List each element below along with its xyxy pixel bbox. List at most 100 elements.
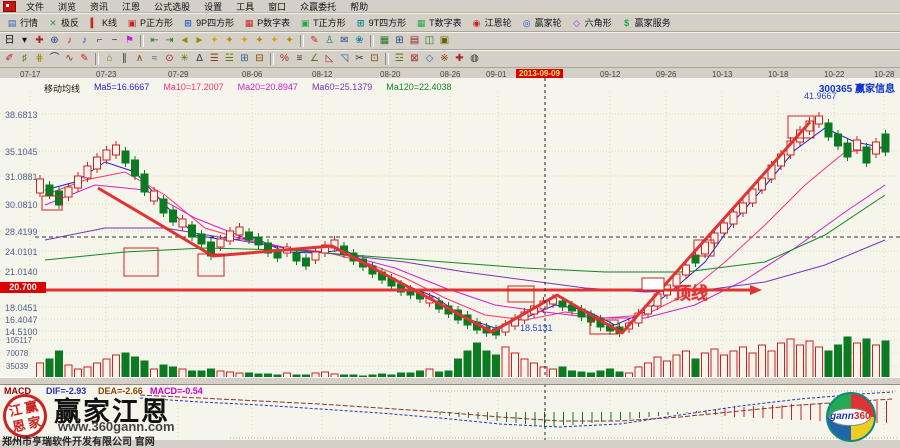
toolbar-button[interactable]: ▦T数字表 [411,15,466,30]
9p-square-icon: ⊞ [182,17,194,29]
hatch-tool-icon[interactable]: ⋕ [32,52,47,66]
ref-mark-icon[interactable]: ※ [437,52,452,66]
toolbar-button-label: P数字表 [257,16,290,29]
calendar-icon[interactable]: ▦ [377,34,392,48]
price-axis-label: 18.0451 [5,303,38,313]
toolbar-button[interactable]: ⊞9T四方形 [351,15,411,30]
triangle-tool-icon[interactable]: ∆ [192,52,207,66]
wave-tool-icon[interactable]: ∿ [62,52,77,66]
save-icon[interactable]: ▤ [407,34,422,48]
volume-axis-label: 35039 [6,362,28,371]
delete-box-icon[interactable]: ⊠ [407,52,422,66]
marker-icon[interactable]: ♙ [322,34,337,48]
nav-diamond-3-icon[interactable]: ✦ [237,34,252,48]
parallel-lines-icon[interactable]: ∥ [117,52,132,66]
fan-up-icon[interactable]: ◹ [337,52,352,66]
nav-diamond-1-icon[interactable]: ✦ [207,34,222,48]
menu-item[interactable]: 众赢委托 [293,0,343,13]
tools-toolbar: 日▾✚⊕♪♪⌐−⚑⇤⇥◄►✦✦✦✦✦✦✎♙✉❀▦⊞▤◫▣ [0,32,900,50]
grid-tool-icon[interactable]: ♯ [17,52,32,66]
diamond-tool-icon[interactable]: ◇ [422,52,437,66]
box-dot-icon[interactable]: ⊡ [367,52,382,66]
toolbar-button[interactable]: ◎赢家轮 [517,15,566,30]
peak-price-label: 41.9667 [804,91,837,101]
plus-tool-icon[interactable]: ✚ [452,52,467,66]
toolbar-button[interactable]: ⊞9P四方形 [178,15,238,30]
prev-bar-icon[interactable]: ◄ [177,34,192,48]
toolbar-button[interactable]: ▦P数字表 [239,15,294,30]
flag-icon[interactable]: ⚑ [122,34,137,48]
trigram-tool-icon[interactable]: ☱ [222,52,237,66]
last-bar-icon[interactable]: ⇥ [162,34,177,48]
fan-down-icon[interactable]: ◺ [322,52,337,66]
circle-tool-icon[interactable]: ⊙ [162,52,177,66]
star-tool-icon[interactable]: ✳ [177,52,192,66]
ma-value-label: Ma10=17.2007 [163,82,223,95]
angle-tool-icon[interactable]: ∠ [307,52,322,66]
nav-diamond-4-icon[interactable]: ✦ [252,34,267,48]
stamp-icon[interactable]: ❀ [352,34,367,48]
arc-tool-icon[interactable]: ⌒ [47,52,62,66]
trigram2-tool-icon[interactable]: ☲ [392,52,407,66]
crosshair-icon[interactable]: ✚ [32,34,47,48]
menu-item[interactable]: 帮助 [343,0,375,13]
house-tool-icon[interactable]: ⌂ [102,52,117,66]
ma-header: 移动均线 Ma5=16.6667Ma10=17.2007Ma20=20.8947… [44,82,452,95]
calculator-icon[interactable]: ⊞ [392,34,407,48]
nav-diamond-5-icon[interactable]: ✦ [267,34,282,48]
snapshot-icon[interactable]: ▣ [437,34,452,48]
period-dropdown-icon[interactable]: ▾ [17,34,32,48]
percent-tool-icon[interactable]: % [277,52,292,66]
message-icon[interactable]: ✉ [337,34,352,48]
period-day-icon[interactable]: 日 [2,34,17,48]
menu-item[interactable]: 资讯 [83,0,115,13]
nav-diamond-2-icon[interactable]: ✦ [222,34,237,48]
menu-item[interactable]: 窗口 [261,0,293,13]
zoom-icon[interactable]: ⊕ [47,34,62,48]
pencil-icon[interactable]: ✐ [2,52,17,66]
chart-area[interactable]: 移动均线 Ma5=16.6667Ma10=17.2007Ma20=20.8947… [0,78,900,440]
winner-wheel-icon: ◎ [521,17,533,29]
square-grid-icon[interactable]: ⊞ [237,52,252,66]
toolbar-button[interactable]: ◉江恩轮 [467,15,516,30]
low-price-label: 18.5131 [520,323,553,333]
toolbar-button[interactable]: ▣P正方形 [122,15,177,30]
price-axis-label: 31.0881 [5,172,38,182]
box-minus-icon[interactable]: ⊟ [252,52,267,66]
quote-icon: ▤ [6,17,18,29]
toolbar-button[interactable]: ▣T正方形 [295,15,350,30]
gann-lines-icon[interactable]: ≡ [292,52,307,66]
shade-circle-icon[interactable]: ◍ [467,52,482,66]
pen-tool-icon[interactable]: ✎ [77,52,92,66]
toolbar-button[interactable]: ✕极反 [43,15,83,30]
export-icon[interactable]: ◫ [422,34,437,48]
first-bar-icon[interactable]: ⇤ [147,34,162,48]
price-axis-label: 16.4047 [5,315,38,325]
p-table-icon: ▦ [243,17,255,29]
edit-icon[interactable]: ✎ [307,34,322,48]
toolbar-button[interactable]: $赢家服务 [617,15,675,30]
menu-item[interactable]: 公式选股 [147,0,197,13]
note-red-icon[interactable]: ♪ [62,34,77,48]
levels-tool-icon[interactable]: ☰ [207,52,222,66]
toolbar-button[interactable]: ▤行情 [2,15,42,30]
menu-item[interactable]: 设置 [197,0,229,13]
toolbar-separator [95,53,99,65]
menu-item[interactable]: 江恩 [115,0,147,13]
toolbar-button[interactable]: ◇六角形 [567,15,616,30]
menu-item[interactable]: 文件 [19,0,51,13]
next-bar-icon[interactable]: ► [192,34,207,48]
angle-up-icon[interactable]: ∧ [132,52,147,66]
toolbar-button[interactable]: ▍K线 [84,15,121,30]
volume-axis-label: 70078 [6,349,28,358]
cut-tool-icon[interactable]: ✂ [352,52,367,66]
bracket-icon[interactable]: ⌐ [92,34,107,48]
pane-splitter[interactable] [0,377,900,385]
price-axis-label: 30.0810 [5,200,38,210]
note-blue-icon[interactable]: ♪ [77,34,92,48]
double-wave-icon[interactable]: ≈ [147,52,162,66]
menu-item[interactable]: 工具 [229,0,261,13]
minus-icon[interactable]: − [107,34,122,48]
menu-item[interactable]: 浏览 [51,0,83,13]
nav-diamond-6-icon[interactable]: ✦ [282,34,297,48]
